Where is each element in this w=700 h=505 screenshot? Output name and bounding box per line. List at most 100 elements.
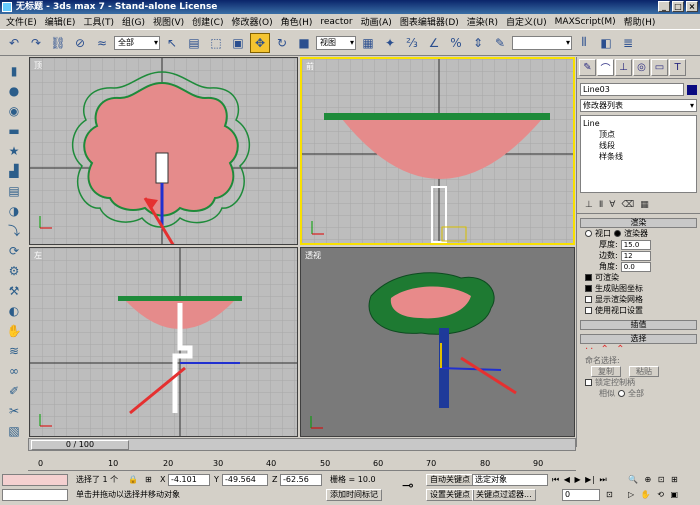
lock-selection-icon[interactable]: 🔒 <box>128 474 138 486</box>
angle-snap-icon[interactable]: ∠ <box>424 33 444 53</box>
key-icon[interactable]: ⊸ <box>402 479 414 493</box>
select-link-icon[interactable]: ⛓ <box>48 33 68 53</box>
stack-icon[interactable]: ▤ <box>4 181 24 200</box>
mirror-icon[interactable]: ⫴ <box>574 33 594 53</box>
paste-button[interactable]: 粘贴 <box>629 366 659 377</box>
select-by-name-icon[interactable]: ▤ <box>184 33 204 53</box>
viewport-nav-controls[interactable]: 🔍 ⊕ ⊡ ⊞ <box>628 474 680 486</box>
display-tab-icon[interactable]: ▭ <box>651 59 668 76</box>
material-icon[interactable]: ◐ <box>4 301 24 320</box>
link-icon[interactable]: ∞ <box>4 361 24 380</box>
pin-stack-icon[interactable]: ⊥ <box>585 200 593 210</box>
x-coordinate-field[interactable]: -4.101 <box>168 474 210 486</box>
align-icon[interactable]: ◧ <box>596 33 616 53</box>
copy-button[interactable]: 复制 <box>591 366 621 377</box>
hand-icon[interactable]: ✋ <box>4 321 24 340</box>
percent-snap-icon[interactable]: % <box>446 33 466 53</box>
stack-item-line[interactable]: Line <box>583 118 694 129</box>
gen-map-coords-checkbox[interactable] <box>585 285 592 292</box>
menu-maxscript[interactable]: MAXScript(M) <box>551 17 620 27</box>
menu-edit[interactable]: 编辑(E) <box>41 15 80 28</box>
pivot-center-icon[interactable]: ▦ <box>358 33 378 53</box>
sides-spinner[interactable]: 12 <box>620 250 651 261</box>
menu-modifiers[interactable]: 修改器(O) <box>227 15 276 28</box>
y-coordinate-field[interactable]: -49.564 <box>222 474 268 486</box>
add-time-tag-button[interactable]: 添加时间标记 <box>326 489 382 501</box>
menu-file[interactable]: 文件(E) <box>2 15 41 28</box>
lathe-icon[interactable]: ◑ <box>4 201 24 220</box>
selection-rollout-header[interactable]: 选择 <box>580 334 697 344</box>
stack-item-spline[interactable]: 样条线 <box>583 151 694 162</box>
menu-tools[interactable]: 工具(T) <box>79 15 118 28</box>
camera-icon[interactable]: ▟ <box>4 161 24 180</box>
modify-tab-icon[interactable]: ⌒ <box>597 59 614 76</box>
unlink-icon[interactable]: ⊘ <box>70 33 90 53</box>
object-name-field[interactable]: Line03 <box>580 83 684 96</box>
show-end-result-icon[interactable]: Ⅱ <box>599 200 603 210</box>
minimize-button[interactable]: _ <box>658 1 670 12</box>
lock-handles-checkbox[interactable] <box>585 379 592 386</box>
modifier-list-dropdown[interactable]: 修改器列表 <box>580 99 697 112</box>
layers-icon[interactable]: ≋ <box>4 341 24 360</box>
playback-controls[interactable]: ⏮ ◀ ▶ ▶| ⏭ <box>552 474 608 486</box>
set-key-button[interactable]: 设置关键点 <box>426 489 474 501</box>
renderable-checkbox[interactable] <box>585 274 592 281</box>
twist-icon[interactable]: ⟳ <box>4 241 24 260</box>
star-icon[interactable]: ★ <box>4 141 24 160</box>
current-frame-field[interactable]: 0 <box>562 489 600 501</box>
selection-filter-dropdown[interactable]: 全部 <box>114 35 160 50</box>
named-selection-sets-dropdown[interactable] <box>512 35 572 50</box>
menu-views[interactable]: 视图(V) <box>149 15 188 28</box>
select-and-scale-icon[interactable]: ■ <box>294 33 314 53</box>
all-radio[interactable] <box>618 390 625 397</box>
maxscript-listener-field[interactable] <box>2 474 68 486</box>
menu-customize[interactable]: 自定义(U) <box>502 15 551 28</box>
named-selection-icon[interactable]: ✎ <box>490 33 510 53</box>
object-color-swatch[interactable] <box>687 84 697 95</box>
viewport-left[interactable]: 左 <box>29 247 298 437</box>
time-slider[interactable]: 0 / 100 <box>31 440 129 450</box>
reference-coord-dropdown[interactable]: 视图 <box>316 35 356 50</box>
menu-animation[interactable]: 动画(A) <box>357 15 396 28</box>
configure-sets-icon[interactable]: ▦ <box>640 200 649 210</box>
renderer-radio[interactable] <box>614 230 621 237</box>
select-object-icon[interactable]: ↖ <box>162 33 182 53</box>
key-filters-button[interactable]: 关键点过滤器... <box>472 489 536 501</box>
utilities-tab-icon[interactable]: T <box>669 59 686 76</box>
sphere-icon[interactable]: ● <box>4 81 24 100</box>
remove-modifier-icon[interactable]: ⌫ <box>621 200 634 210</box>
select-and-move-icon[interactable]: ✥ <box>250 32 270 53</box>
viewport-top[interactable]: 顶 <box>29 57 298 245</box>
interpolation-rollout-header[interactable]: 插值 <box>580 320 697 330</box>
rendering-rollout-header[interactable]: 渲染 <box>580 218 697 228</box>
menu-group[interactable]: 组(G) <box>118 15 149 28</box>
close-button[interactable]: × <box>686 1 698 12</box>
stack-item-vertex[interactable]: 顶点 <box>583 129 694 140</box>
viewport-front[interactable]: 前 <box>300 57 575 245</box>
z-coordinate-field[interactable]: -62.56 <box>280 474 322 486</box>
spinner-snap-icon[interactable]: ⇕ <box>468 33 488 53</box>
menu-graph-editors[interactable]: 图表编辑器(D) <box>396 15 463 28</box>
absolute-mode-icon[interactable]: ⊞ <box>145 474 152 486</box>
time-slider-track[interactable]: 0 / 100 <box>28 438 576 451</box>
render-icon[interactable]: ▧ <box>4 421 24 440</box>
menu-rendering[interactable]: 渲染(R) <box>463 15 502 28</box>
snaps-toggle-icon[interactable]: ⅔ <box>402 33 422 53</box>
menu-help[interactable]: 帮助(H) <box>620 15 660 28</box>
stack-item-segment[interactable]: 线段 <box>583 140 694 151</box>
rect-selection-icon[interactable]: ⬚ <box>206 33 226 53</box>
time-config-icon[interactable]: ⊡ <box>606 489 613 501</box>
undo-icon[interactable]: ↶ <box>4 33 24 53</box>
redo-icon[interactable]: ↷ <box>26 33 46 53</box>
layer-manager-icon[interactable]: ≣ <box>618 33 638 53</box>
viewport-radio[interactable] <box>585 230 592 237</box>
create-box-icon[interactable]: ▮ <box>4 61 24 80</box>
hierarchy-tab-icon[interactable]: ⊥ <box>615 59 632 76</box>
cylinder-icon[interactable]: ◉ <box>4 101 24 120</box>
make-unique-icon[interactable]: ∀ <box>609 200 615 210</box>
maxscript-mini-field[interactable] <box>2 489 68 501</box>
viewport-perspective[interactable]: 透视 <box>300 247 575 437</box>
similar-radio-label[interactable]: 相似 <box>599 388 615 399</box>
tool-icon[interactable]: ⚒ <box>4 281 24 300</box>
auto-key-button[interactable]: 自动关键点 <box>426 474 474 486</box>
